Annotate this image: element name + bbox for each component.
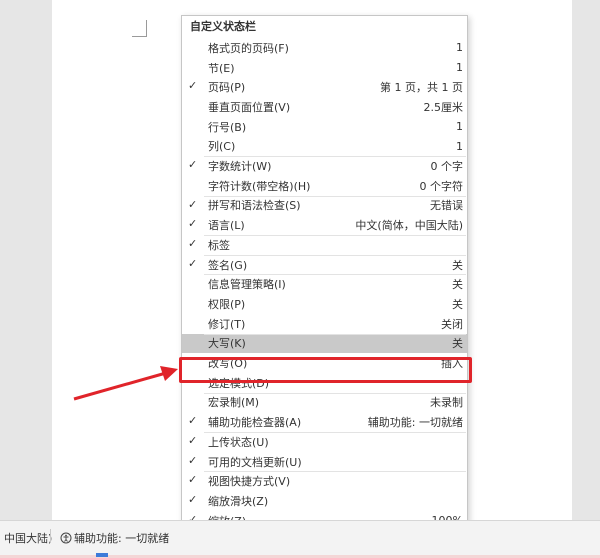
menu-item-label: 改写(O) xyxy=(208,357,248,371)
menu-item[interactable]: 列(C) 1 xyxy=(182,137,467,157)
menu-item-label: 信息管理策略(I) xyxy=(208,278,286,292)
checkmark-icon: ✓ xyxy=(188,256,198,270)
menu-item-label: 行号(B) xyxy=(208,120,247,134)
menu-item-label: 宏录制(M) xyxy=(208,396,260,410)
menu-item-value: 1 xyxy=(456,41,463,55)
menu-item[interactable]: ✓ 语言(L) 中文(简体，中国大陆) xyxy=(182,215,467,235)
status-accessibility[interactable]: 辅助功能: 一切就绪 xyxy=(60,530,169,546)
menu-item[interactable]: ✓ 字数统计(W) 0 个字 xyxy=(182,156,467,176)
menu-item[interactable]: 格式页的页码(F) 1 xyxy=(182,38,467,58)
menu-item-label: 大写(K) xyxy=(208,337,246,351)
menu-item[interactable]: ✓ 上传状态(U) xyxy=(182,432,467,452)
menu-item-value: 关 xyxy=(452,337,463,351)
menu-item-label: 视图快捷方式(V) xyxy=(208,475,291,489)
menu-item[interactable]: 大写(K) 关 xyxy=(182,333,467,354)
menu-item[interactable]: ✓ 拼写和语法检查(S) 无错误 xyxy=(182,196,467,216)
status-language[interactable]: 中国大陆) xyxy=(4,530,52,546)
status-separator xyxy=(50,529,51,543)
menu-item-label: 标签 xyxy=(208,238,230,252)
checkmark-icon: ✓ xyxy=(188,79,198,93)
menu-item-label: 权限(P) xyxy=(208,297,246,311)
menu-item-label: 上传状态(U) xyxy=(208,435,269,449)
menu-item-value: 关 xyxy=(452,258,463,272)
menu-item-value: 未录制 xyxy=(430,396,463,410)
menu-item-label: 节(E) xyxy=(208,61,235,75)
checkmark-icon: ✓ xyxy=(188,414,198,428)
menu-divider xyxy=(204,333,466,335)
menu-item[interactable]: 修订(T) 关闭 xyxy=(182,314,467,334)
menu-item[interactable]: 信息管理策略(I) 关 xyxy=(182,274,467,294)
menu-divider xyxy=(204,235,466,236)
checkmark-icon: ✓ xyxy=(188,237,198,250)
checkmark-icon: ✓ xyxy=(188,473,198,487)
menu-item[interactable]: 字符计数(带空格)(H) 0 个字符 xyxy=(182,176,467,196)
menu-item-value: 关闭 xyxy=(441,317,463,331)
menu-item-label: 选定模式(D) xyxy=(208,376,270,390)
menu-item-value: 0 个字符 xyxy=(419,179,464,193)
menu-divider xyxy=(204,254,466,256)
menu-divider xyxy=(204,392,466,394)
menu-item-label: 签名(G) xyxy=(208,258,248,272)
menu-item[interactable]: ✓ 缩放滑块(Z) xyxy=(182,491,467,511)
menu-item[interactable]: 改写(O) 插入 xyxy=(182,353,467,373)
menu-item[interactable]: ✓ 页码(P) 第 1 页，共 1 页 xyxy=(182,77,467,97)
menu-item[interactable]: ✓ 可用的文档更新(U) xyxy=(182,452,467,472)
checkmark-icon: ✓ xyxy=(188,197,198,211)
menu-item-value: 插入 xyxy=(441,357,463,371)
menu-item-label: 拼写和语法检查(S) xyxy=(208,199,301,213)
menu-item[interactable]: 宏录制(M) 未录制 xyxy=(182,393,467,413)
menu-item[interactable]: 权限(P) 关 xyxy=(182,294,467,314)
accessibility-icon xyxy=(60,532,72,544)
menu-item-label: 可用的文档更新(U) xyxy=(208,455,302,469)
menu-item[interactable]: ✓ 签名(G) 关 xyxy=(182,255,467,275)
menu-item-value: 关 xyxy=(452,278,463,292)
menu-item-value: 中文(简体，中国大陆) xyxy=(355,219,463,233)
menu-item-value: 1 xyxy=(456,120,463,134)
menu-item-label: 列(C) xyxy=(208,140,236,154)
menu-item[interactable]: ✓ 视图快捷方式(V) xyxy=(182,471,467,491)
menu-item-label: 页码(P) xyxy=(208,81,246,95)
status-accessibility-label: 辅助功能: 一切就绪 xyxy=(74,532,170,545)
menu-item-value: 0 个字 xyxy=(430,160,464,174)
view-indicator xyxy=(96,553,108,557)
menu-item-value: 第 1 页，共 1 页 xyxy=(380,81,463,95)
menu-item-value: 无错误 xyxy=(430,199,463,213)
menu-item[interactable]: ✓ 辅助功能检查器(A) 辅助功能: 一切就绪 xyxy=(182,412,467,432)
menu-divider xyxy=(204,432,466,433)
menu-item[interactable]: 行号(B) 1 xyxy=(182,117,467,137)
menu-item-value: 1 xyxy=(456,61,463,75)
checkmark-icon: ✓ xyxy=(188,434,198,447)
menu-item[interactable]: ✓ 标签 xyxy=(182,235,467,255)
menu-item[interactable]: 节(E) 1 xyxy=(182,58,467,78)
checkmark-icon: ✓ xyxy=(188,453,198,467)
menu-item-value: 辅助功能: 一切就绪 xyxy=(367,416,463,430)
menu-item-label: 垂直页面位置(V) xyxy=(208,100,291,114)
checkmark-icon: ✓ xyxy=(188,158,198,172)
menu-divider xyxy=(204,195,466,197)
menu-item-label: 缩放滑块(Z) xyxy=(208,494,269,508)
status-bar: 中国大陆) 辅助功能: 一切就绪 xyxy=(0,520,600,558)
menu-item-label: 修订(T) xyxy=(208,317,246,331)
checkmark-icon: ✓ xyxy=(188,217,198,231)
menu-item[interactable]: 垂直页面位置(V) 2.5厘米 xyxy=(182,97,467,117)
page-margin-corner-mark xyxy=(132,20,147,37)
menu-item[interactable]: 选定模式(D) xyxy=(182,373,467,393)
checkmark-icon: ✓ xyxy=(188,493,198,507)
menu-item-label: 辅助功能检查器(A) xyxy=(208,416,302,430)
menu-item-label: 格式页的页码(F) xyxy=(208,41,289,55)
menu-item-value: 2.5厘米 xyxy=(423,100,464,114)
menu-item-value: 关 xyxy=(452,297,463,311)
menu-item-value: 1 xyxy=(456,139,463,153)
menu-item-label: 语言(L) xyxy=(208,219,245,233)
menu-divider xyxy=(204,156,466,158)
menu-divider xyxy=(204,274,466,276)
menu-item-label: 字符计数(带空格)(H) xyxy=(208,179,311,193)
customize-status-bar-menu: 自定义状态栏 格式页的页码(F) 1 节(E) 1 ✓ 页码(P) 第 1 页，共 1 页垂… xyxy=(181,15,468,536)
menu-item-label: 字数统计(W) xyxy=(208,160,272,174)
menu-title: 自定义状态栏 xyxy=(190,20,256,33)
menu-divider xyxy=(204,471,466,473)
